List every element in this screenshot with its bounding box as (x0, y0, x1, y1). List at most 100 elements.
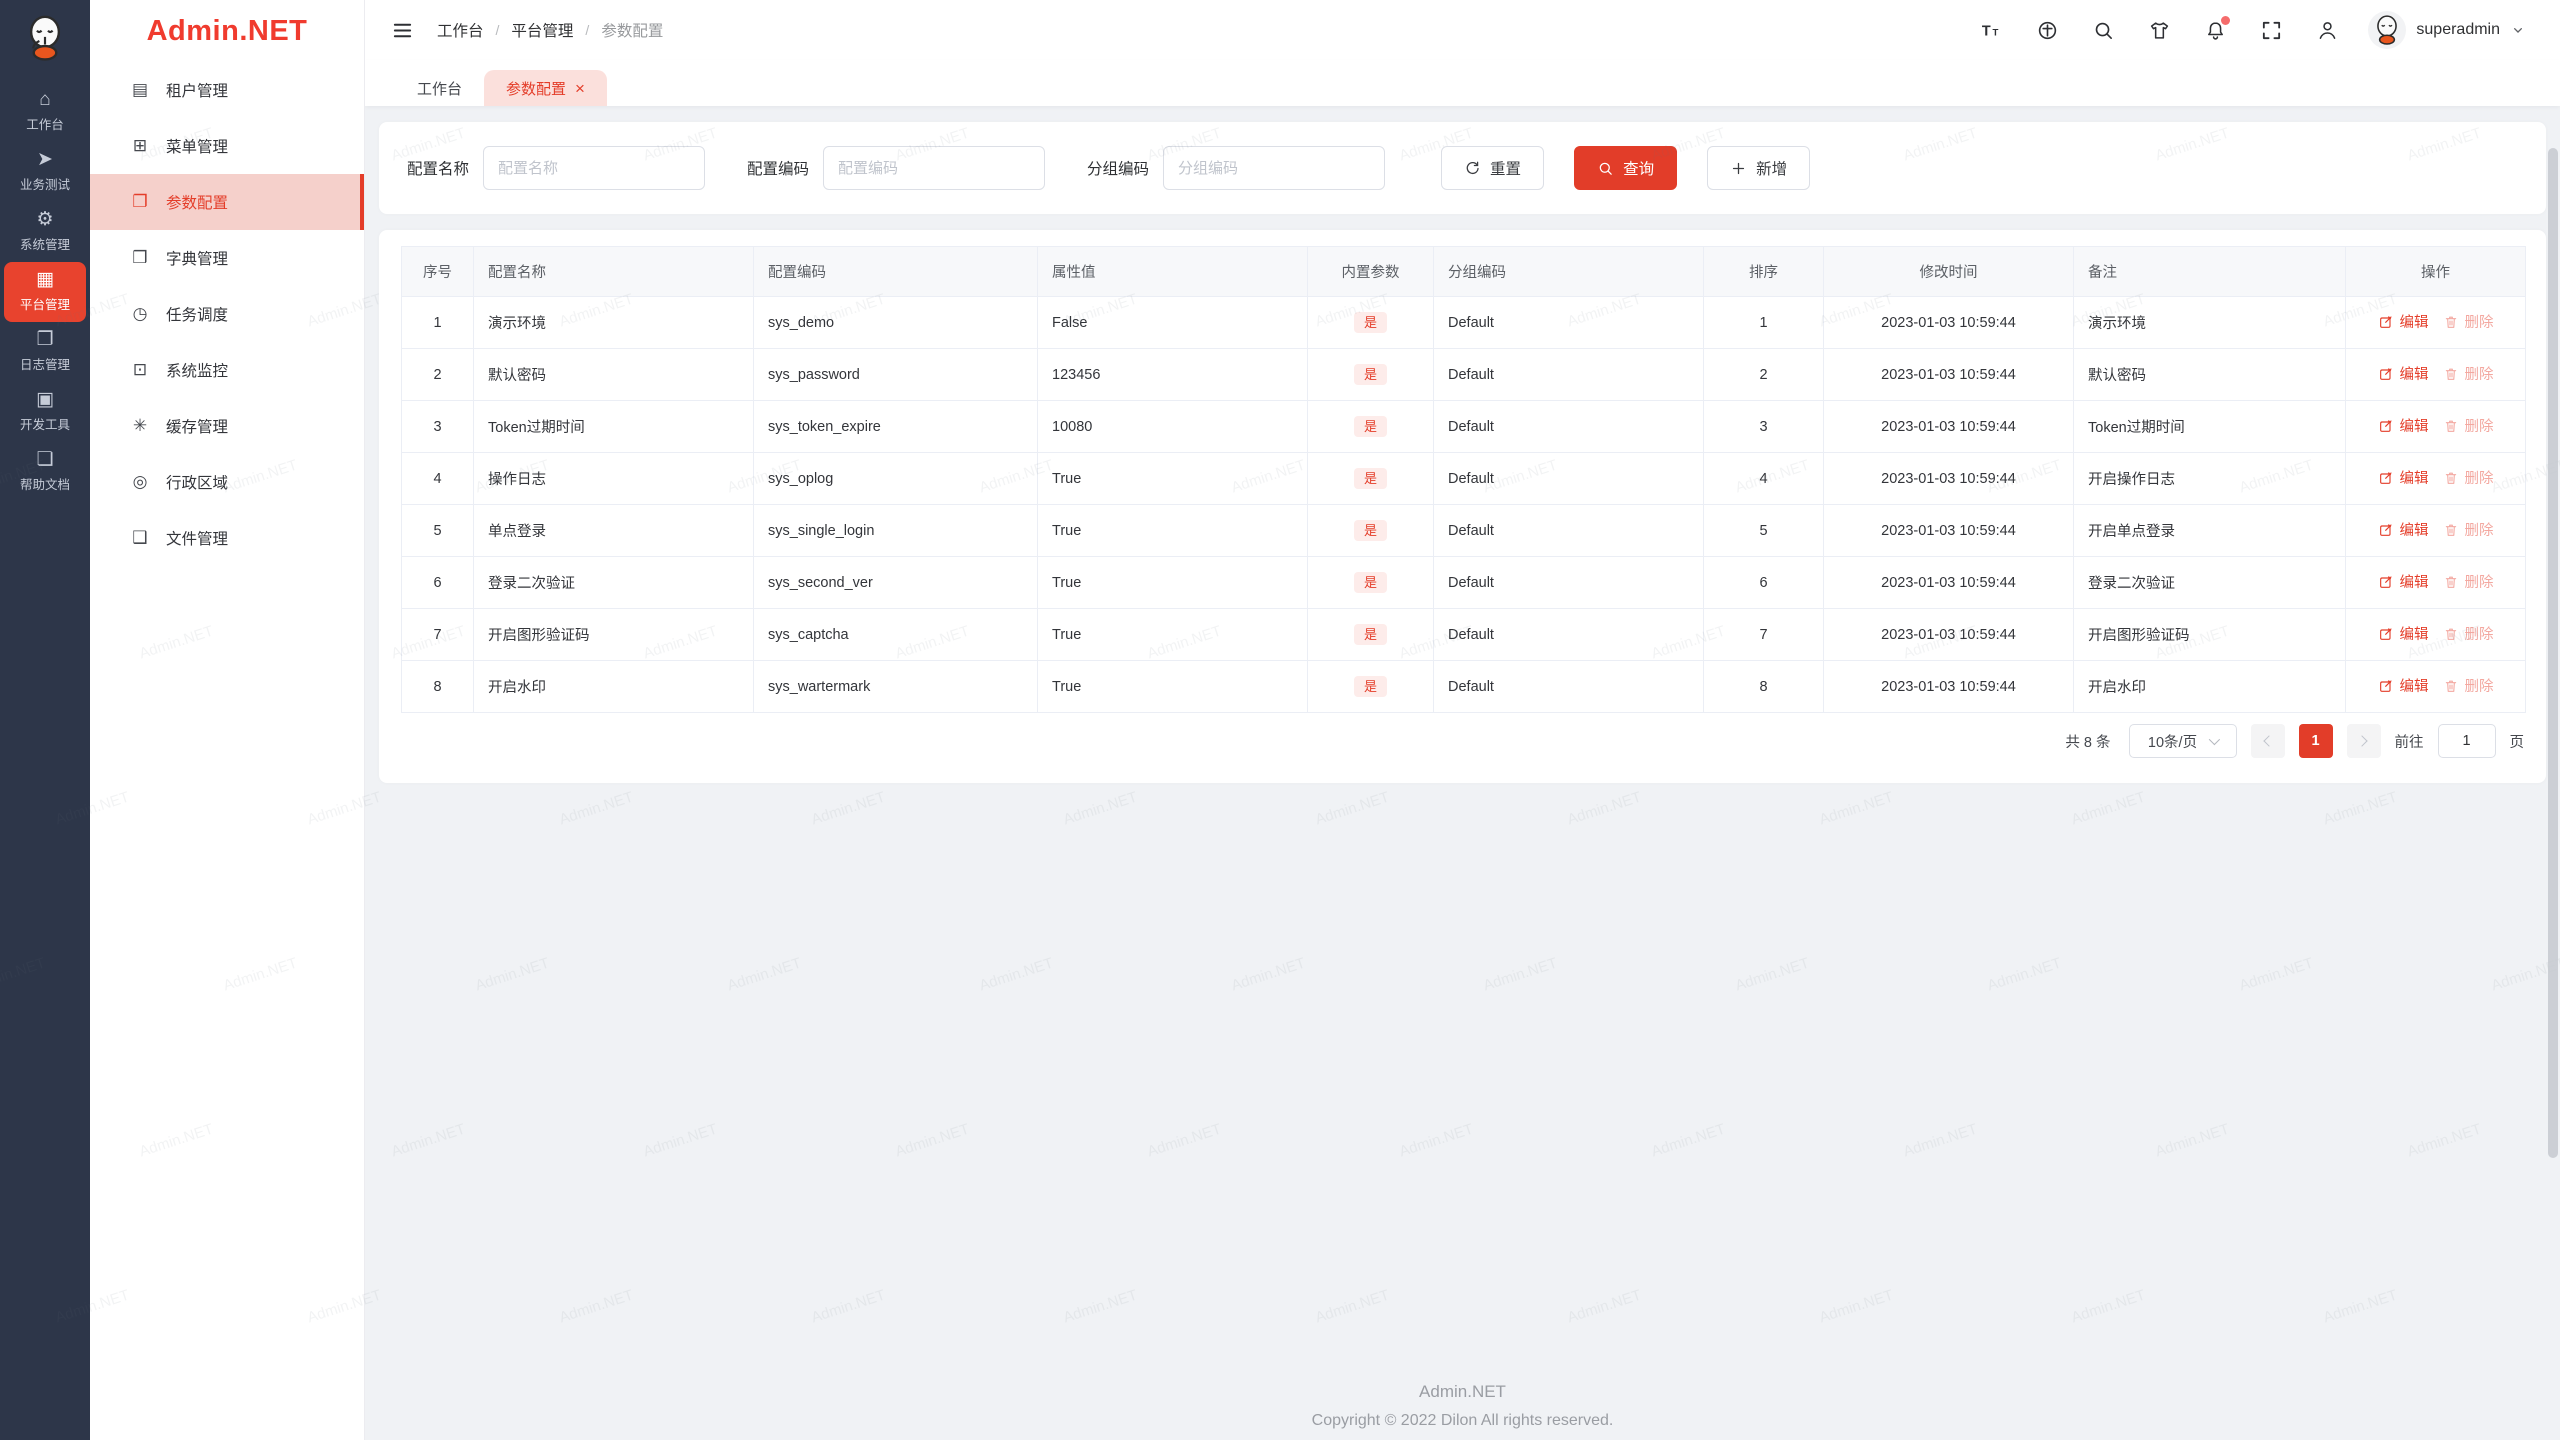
delete-label: 删除 (2464, 627, 2494, 644)
cell-value: True (1037, 556, 1308, 609)
next-page-button[interactable] (2346, 724, 2381, 758)
cell-builtin: 是 (1307, 660, 1434, 713)
notification-badge (2221, 16, 2231, 25)
filter-input-配置编码[interactable] (823, 146, 1046, 190)
edit-button[interactable]: 编辑 (2378, 311, 2429, 332)
edit-button[interactable]: 编辑 (2378, 571, 2429, 592)
delete-button[interactable]: 删除 (2443, 675, 2494, 696)
rail-item-开发工具[interactable]: ▣ 开发工具 (4, 382, 86, 442)
delete-button[interactable]: 删除 (2443, 571, 2494, 592)
person-icon[interactable] (2312, 15, 2342, 45)
edit-button[interactable]: 编辑 (2378, 363, 2429, 384)
page-number-1[interactable]: 1 (2298, 724, 2333, 758)
page-suffix-label: 页 (2509, 734, 2525, 751)
rail-item-业务测试[interactable]: ➤ 业务测试 (4, 142, 86, 202)
avatar[interactable] (2368, 11, 2407, 49)
cell-builtin: 是 (1307, 348, 1434, 401)
cell-sort: 7 (1703, 608, 1824, 661)
breadcrumb: 工作台 / 平台管理 / 参数配置 (437, 19, 663, 41)
sidebar-item-参数配置[interactable]: ❐ 参数配置 (90, 174, 364, 230)
cache-icon: ✳ (132, 416, 148, 435)
delete-button[interactable]: 删除 (2443, 363, 2494, 384)
edit-icon (2379, 315, 2392, 328)
add-button[interactable]: 新增 (1707, 146, 1811, 190)
rail-item-label: 开发工具 (19, 418, 70, 432)
rail-item-日志管理[interactable]: ❐ 日志管理 (4, 322, 86, 382)
goto-label: 前往 (2394, 734, 2424, 751)
breadcrumb-item[interactable]: 工作台 (437, 19, 484, 41)
filter-input-配置名称[interactable] (483, 146, 706, 190)
user-menu[interactable]: superadmin (2368, 11, 2526, 49)
table-header-row: 序号 配置名称 配置编码 属性值 内置参数 分组编码 排序 修改时间 备注 操作 (401, 246, 2526, 297)
close-icon[interactable]: × (575, 80, 585, 97)
sidebar-item-缓存管理[interactable]: ✳ 缓存管理 (90, 398, 364, 454)
sidebar-item-任务调度[interactable]: ◷ 任务调度 (90, 286, 364, 342)
cell-remark: 演示环境 (2073, 296, 2346, 349)
cell-remark: 默认密码 (2073, 348, 2346, 401)
font-size-icon[interactable]: TT (1976, 15, 2006, 45)
cell-remark: 登录二次验证 (2073, 556, 2346, 609)
filter-panel: 配置名称 配置编码 分组编码 重置 查询 新增 (379, 122, 2546, 214)
cell-no: 4 (401, 452, 474, 505)
breadcrumb-item[interactable]: 平台管理 (511, 19, 573, 41)
rail-nav: ⌂ 工作台 ➤ 业务测试 ⚙ 系统管理 ▦ 平台管理 ❐ 日志管理 ▣ 开发工具 ❏ 帮助文档 (0, 82, 90, 502)
cell-group: Default (1433, 504, 1704, 557)
edit-button[interactable]: 编辑 (2378, 519, 2429, 540)
sidebar-item-label: 租户管理 (166, 83, 229, 100)
cell-code: sys_token_expire (753, 400, 1038, 453)
edit-button[interactable]: 编辑 (2378, 623, 2429, 644)
rail-item-系统管理[interactable]: ⚙ 系统管理 (4, 202, 86, 262)
scrollbar-thumb[interactable] (2548, 148, 2558, 1158)
sidebar-item-菜单管理[interactable]: ⊞ 菜单管理 (90, 118, 364, 174)
edit-button[interactable]: 编辑 (2378, 467, 2429, 488)
query-button[interactable]: 查询 (1574, 146, 1678, 190)
delete-button[interactable]: 删除 (2443, 623, 2494, 644)
sidebar-item-行政区域[interactable]: ◎ 行政区域 (90, 454, 364, 510)
prev-page-button[interactable] (2250, 724, 2285, 758)
edit-button[interactable]: 编辑 (2378, 415, 2429, 436)
sidebar-item-系统监控[interactable]: ⊡ 系统监控 (90, 342, 364, 398)
refresh-icon (1466, 161, 1479, 174)
page-size-select[interactable]: 10条/页 (2128, 724, 2237, 758)
goto-page-input[interactable] (2437, 724, 2496, 758)
fullscreen-icon[interactable] (2256, 15, 2286, 45)
table-row: 2 默认密码 sys_password 123456 是 Default 2 2023-01-… (401, 348, 2526, 401)
menu-collapse-icon[interactable] (387, 15, 417, 45)
search-icon[interactable] (2088, 15, 2118, 45)
delete-button[interactable]: 删除 (2443, 415, 2494, 436)
rail-item-帮助文档[interactable]: ❏ 帮助文档 (4, 442, 86, 502)
filter-input-分组编码[interactable] (1163, 146, 1386, 190)
plus-icon (1732, 162, 1745, 174)
builtin-badge: 是 (1353, 520, 1387, 541)
notification-icon[interactable] (2200, 15, 2231, 45)
rail-item-工作台[interactable]: ⌂ 工作台 (4, 82, 86, 142)
cell-code: sys_oplog (753, 452, 1038, 505)
edit-button[interactable]: 编辑 (2378, 675, 2429, 696)
rail-item-label: 工作台 (26, 118, 64, 132)
delete-button[interactable]: 删除 (2443, 311, 2494, 332)
page-footer: Admin.NET Copyright © 2022 Dilon All rig… (365, 1382, 2560, 1430)
sidebar-item-文件管理[interactable]: ❑ 文件管理 (90, 510, 364, 566)
cell-builtin: 是 (1307, 400, 1434, 453)
cell-actions: 编辑 删除 (2345, 556, 2526, 609)
cell-sort: 1 (1703, 296, 1824, 349)
column-header-序号: 序号 (401, 246, 474, 297)
delete-button[interactable]: 删除 (2443, 467, 2494, 488)
reset-button[interactable]: 重置 (1441, 146, 1545, 190)
cell-value: 123456 (1037, 348, 1308, 401)
tab-工作台[interactable]: 工作台 (395, 70, 484, 106)
cell-actions: 编辑 删除 (2345, 504, 2526, 557)
pagination-total: 共 8 条 (2065, 734, 2111, 751)
sidebar-item-租户管理[interactable]: ▤ 租户管理 (90, 62, 364, 118)
sidebar-item-字典管理[interactable]: ❒ 字典管理 (90, 230, 364, 286)
delete-button[interactable]: 删除 (2443, 519, 2494, 540)
footer-title: Admin.NET (1419, 1382, 1506, 1401)
builtin-badge: 是 (1353, 624, 1387, 645)
tab-参数配置[interactable]: 参数配置 × (484, 70, 607, 106)
theme-icon[interactable] (2144, 15, 2174, 45)
sidebar-item-label: 参数配置 (166, 195, 229, 212)
builtin-badge: 是 (1353, 676, 1387, 697)
cell-remark: Token过期时间 (2073, 400, 2346, 453)
rail-item-平台管理[interactable]: ▦ 平台管理 (4, 262, 86, 322)
language-icon[interactable] (2032, 15, 2062, 45)
